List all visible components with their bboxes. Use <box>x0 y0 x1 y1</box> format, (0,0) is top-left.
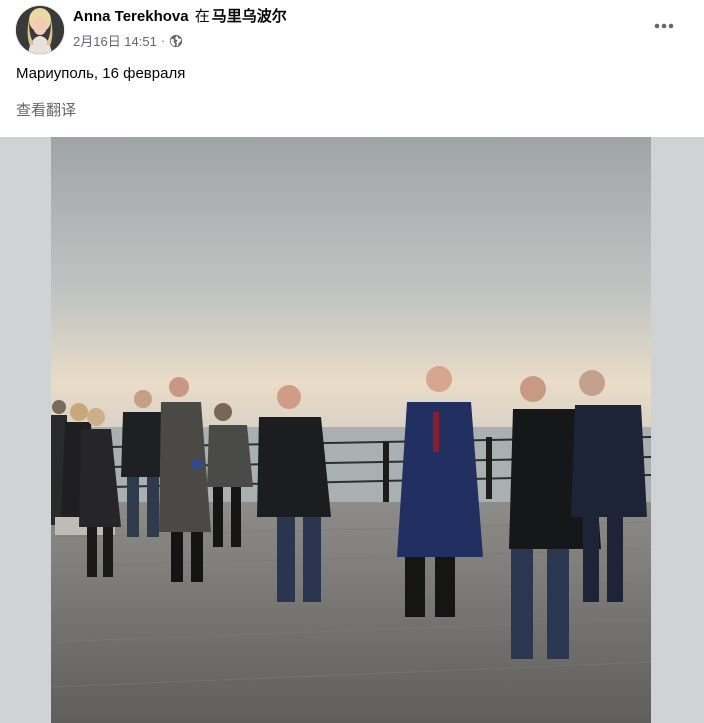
see-translation-link[interactable]: 查看翻译 <box>16 100 76 122</box>
more-options-button[interactable] <box>648 10 680 42</box>
photo-image <box>51 137 651 723</box>
author-line: Anna Terekhova 在马里乌波尔 <box>73 7 287 27</box>
author-name-link[interactable]: Anna Terekhova <box>73 8 189 25</box>
location-link[interactable]: 马里乌波尔 <box>212 8 287 25</box>
post-text: Мариуполь, 16 февраля <box>16 65 186 82</box>
post-meta: 2月16日 14:51 · <box>73 31 183 50</box>
post-photo[interactable] <box>0 137 704 723</box>
meta-separator: · <box>160 33 166 48</box>
globe-icon[interactable] <box>169 34 183 48</box>
post-timestamp-link[interactable]: 2月16日 14:51 <box>73 31 157 50</box>
avatar-image <box>16 6 64 54</box>
more-horizontal-icon <box>654 23 674 29</box>
post-header: Anna Terekhova 在马里乌波尔 2月16日 14:51 · <box>0 0 704 62</box>
location-prefix: 在 <box>194 8 210 25</box>
author-avatar[interactable] <box>16 6 64 54</box>
